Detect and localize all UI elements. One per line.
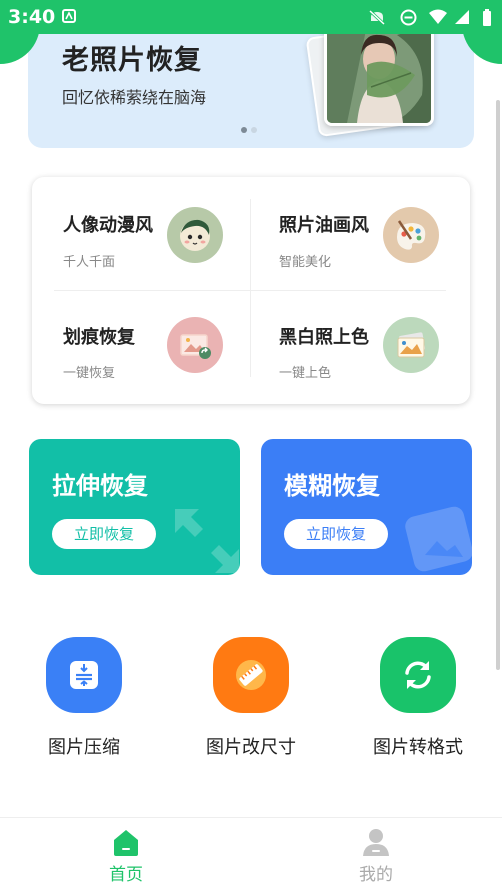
anime-face-icon — [167, 207, 223, 263]
expand-arrows-icon — [175, 509, 239, 573]
feature-subtitle: 智能美化 — [279, 255, 332, 270]
banner-pager — [241, 127, 257, 133]
profile-icon — [336, 826, 416, 858]
nav-label: 首页 — [109, 865, 143, 885]
tile-stretch-restore[interactable]: 拉伸恢复 立即恢复 — [29, 439, 240, 575]
tool-label: 图片转格式 — [373, 737, 463, 758]
notification-icon — [62, 9, 76, 27]
ruler-icon — [213, 637, 289, 713]
nav-profile[interactable]: 我的 — [336, 826, 416, 885]
compress-icon — [46, 637, 122, 713]
feature-subtitle: 千人千面 — [63, 255, 116, 270]
tool-image-convert[interactable]: 图片转格式 — [358, 637, 478, 759]
wifi-icon — [428, 9, 448, 29]
feature-colorize-bw[interactable]: 黑白照上色 一键上色 — [279, 290, 479, 381]
feature-oil-painting[interactable]: 照片油画风 智能美化 — [279, 177, 479, 270]
nav-label: 我的 — [359, 865, 393, 885]
signal-icon — [454, 9, 470, 29]
feature-title: 照片油画风 — [279, 215, 369, 236]
status-bar: 3:40 — [0, 0, 502, 64]
mute-icon — [368, 9, 386, 29]
feature-scratch-restore[interactable]: 划痕恢复 一键恢复 — [63, 290, 263, 381]
feature-title: 人像动漫风 — [63, 215, 153, 236]
feature-grid-card: 人像动漫风 千人千面 照片油画风 智能美化 划痕恢复 一键恢复 黑白照上色 一键… — [32, 177, 470, 404]
battery-icon — [482, 9, 492, 31]
photo-restore-icon — [167, 317, 223, 373]
feature-title: 划痕恢复 — [63, 327, 135, 348]
tool-label: 图片改尺寸 — [206, 737, 296, 758]
tool-image-resize[interactable]: 图片改尺寸 — [191, 637, 311, 759]
banner-portrait-image — [324, 22, 434, 126]
banner-title: 老照片恢复 — [62, 45, 202, 76]
home-icon — [86, 826, 166, 858]
image-placeholder-icon — [405, 506, 472, 572]
tile-blur-restore[interactable]: 模糊恢复 立即恢复 — [261, 439, 472, 575]
pager-dot-active — [241, 127, 247, 133]
feature-subtitle: 一键恢复 — [63, 366, 116, 381]
feature-anime-portrait[interactable]: 人像动漫风 千人千面 — [63, 177, 263, 270]
scrollbar[interactable] — [496, 100, 500, 670]
tool-image-compress[interactable]: 图片压缩 — [24, 637, 144, 759]
colorize-photo-icon — [383, 317, 439, 373]
paint-palette-icon — [383, 207, 439, 263]
status-time: 3:40 — [8, 6, 56, 28]
pager-dot — [251, 127, 257, 133]
feature-subtitle: 一键上色 — [279, 366, 332, 381]
tile-title: 拉伸恢复 — [52, 472, 148, 500]
restore-now-button[interactable]: 立即恢复 — [284, 519, 388, 549]
tool-label: 图片压缩 — [48, 737, 120, 758]
feature-title: 黑白照上色 — [279, 327, 369, 348]
tile-title: 模糊恢复 — [284, 472, 380, 500]
bottom-nav: 首页 我的 — [0, 817, 502, 894]
nav-home[interactable]: 首页 — [86, 826, 166, 885]
banner-subtitle: 回忆依稀萦绕在脑海 — [62, 88, 207, 107]
restore-now-button[interactable]: 立即恢复 — [52, 519, 156, 549]
dnd-icon — [400, 9, 417, 30]
convert-icon — [380, 637, 456, 713]
